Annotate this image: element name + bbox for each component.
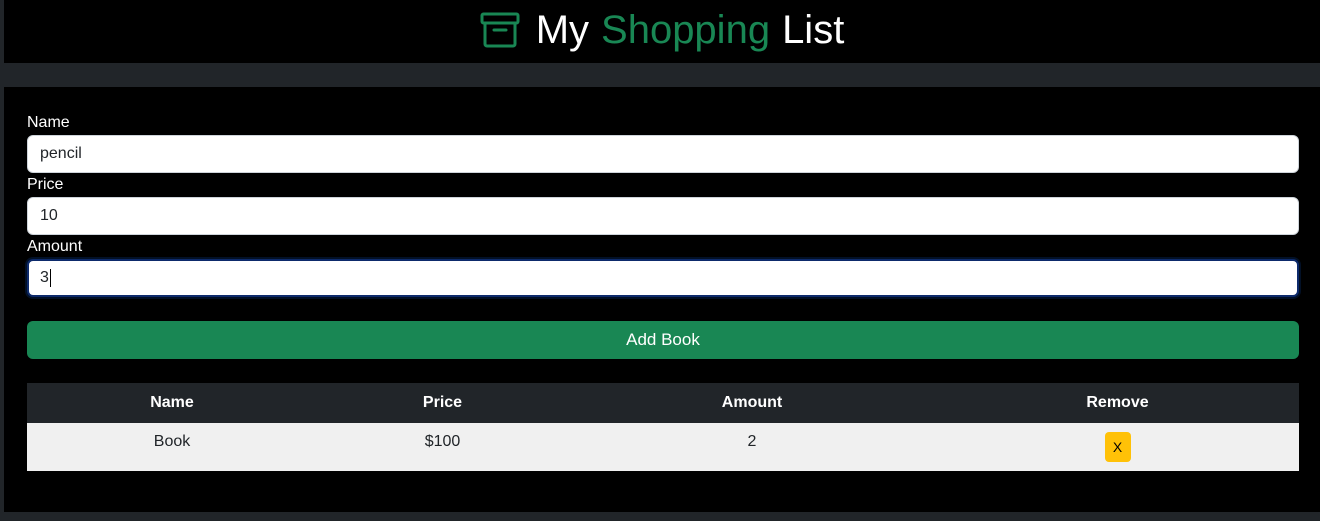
- cell-remove: X: [936, 423, 1299, 471]
- main-panel: Name pencil Price 10 Amount 3 Add Book N…: [4, 87, 1320, 512]
- column-header-price: Price: [317, 383, 568, 423]
- column-header-remove: Remove: [936, 383, 1299, 423]
- table-header-row: Name Price Amount Remove: [27, 383, 1299, 423]
- cell-name: Book: [27, 423, 317, 471]
- add-book-button[interactable]: Add Book: [27, 321, 1299, 359]
- add-item-form: Name pencil Price 10 Amount 3: [27, 113, 1299, 299]
- app-header: My Shopping List: [4, 0, 1320, 63]
- amount-input[interactable]: 3: [27, 259, 1299, 297]
- remove-item-button[interactable]: X: [1104, 432, 1131, 462]
- title-word-list: List: [782, 8, 845, 52]
- archive-box-icon: [480, 12, 520, 48]
- price-label: Price: [27, 176, 64, 193]
- amount-label: Amount: [27, 238, 83, 255]
- column-header-amount: Amount: [568, 383, 936, 423]
- name-label: Name: [27, 114, 70, 131]
- price-input[interactable]: 10: [27, 197, 1299, 235]
- column-header-name: Name: [27, 383, 317, 423]
- page-title: My Shopping List: [480, 8, 845, 52]
- amount-input-value: 3: [40, 269, 49, 286]
- title-word-my: My: [535, 8, 590, 52]
- table-row: Book $100 2 X: [27, 423, 1299, 471]
- items-table: Name Price Amount Remove Book $100 2 X: [27, 383, 1299, 471]
- text-caret: [49, 268, 51, 287]
- price-input-value: 10: [40, 207, 58, 224]
- cell-amount: 2: [568, 423, 936, 471]
- title-word-shopping: Shopping: [601, 8, 771, 52]
- name-input-value: pencil: [40, 145, 82, 162]
- name-input[interactable]: pencil: [27, 135, 1299, 173]
- cell-price: $100: [317, 423, 568, 471]
